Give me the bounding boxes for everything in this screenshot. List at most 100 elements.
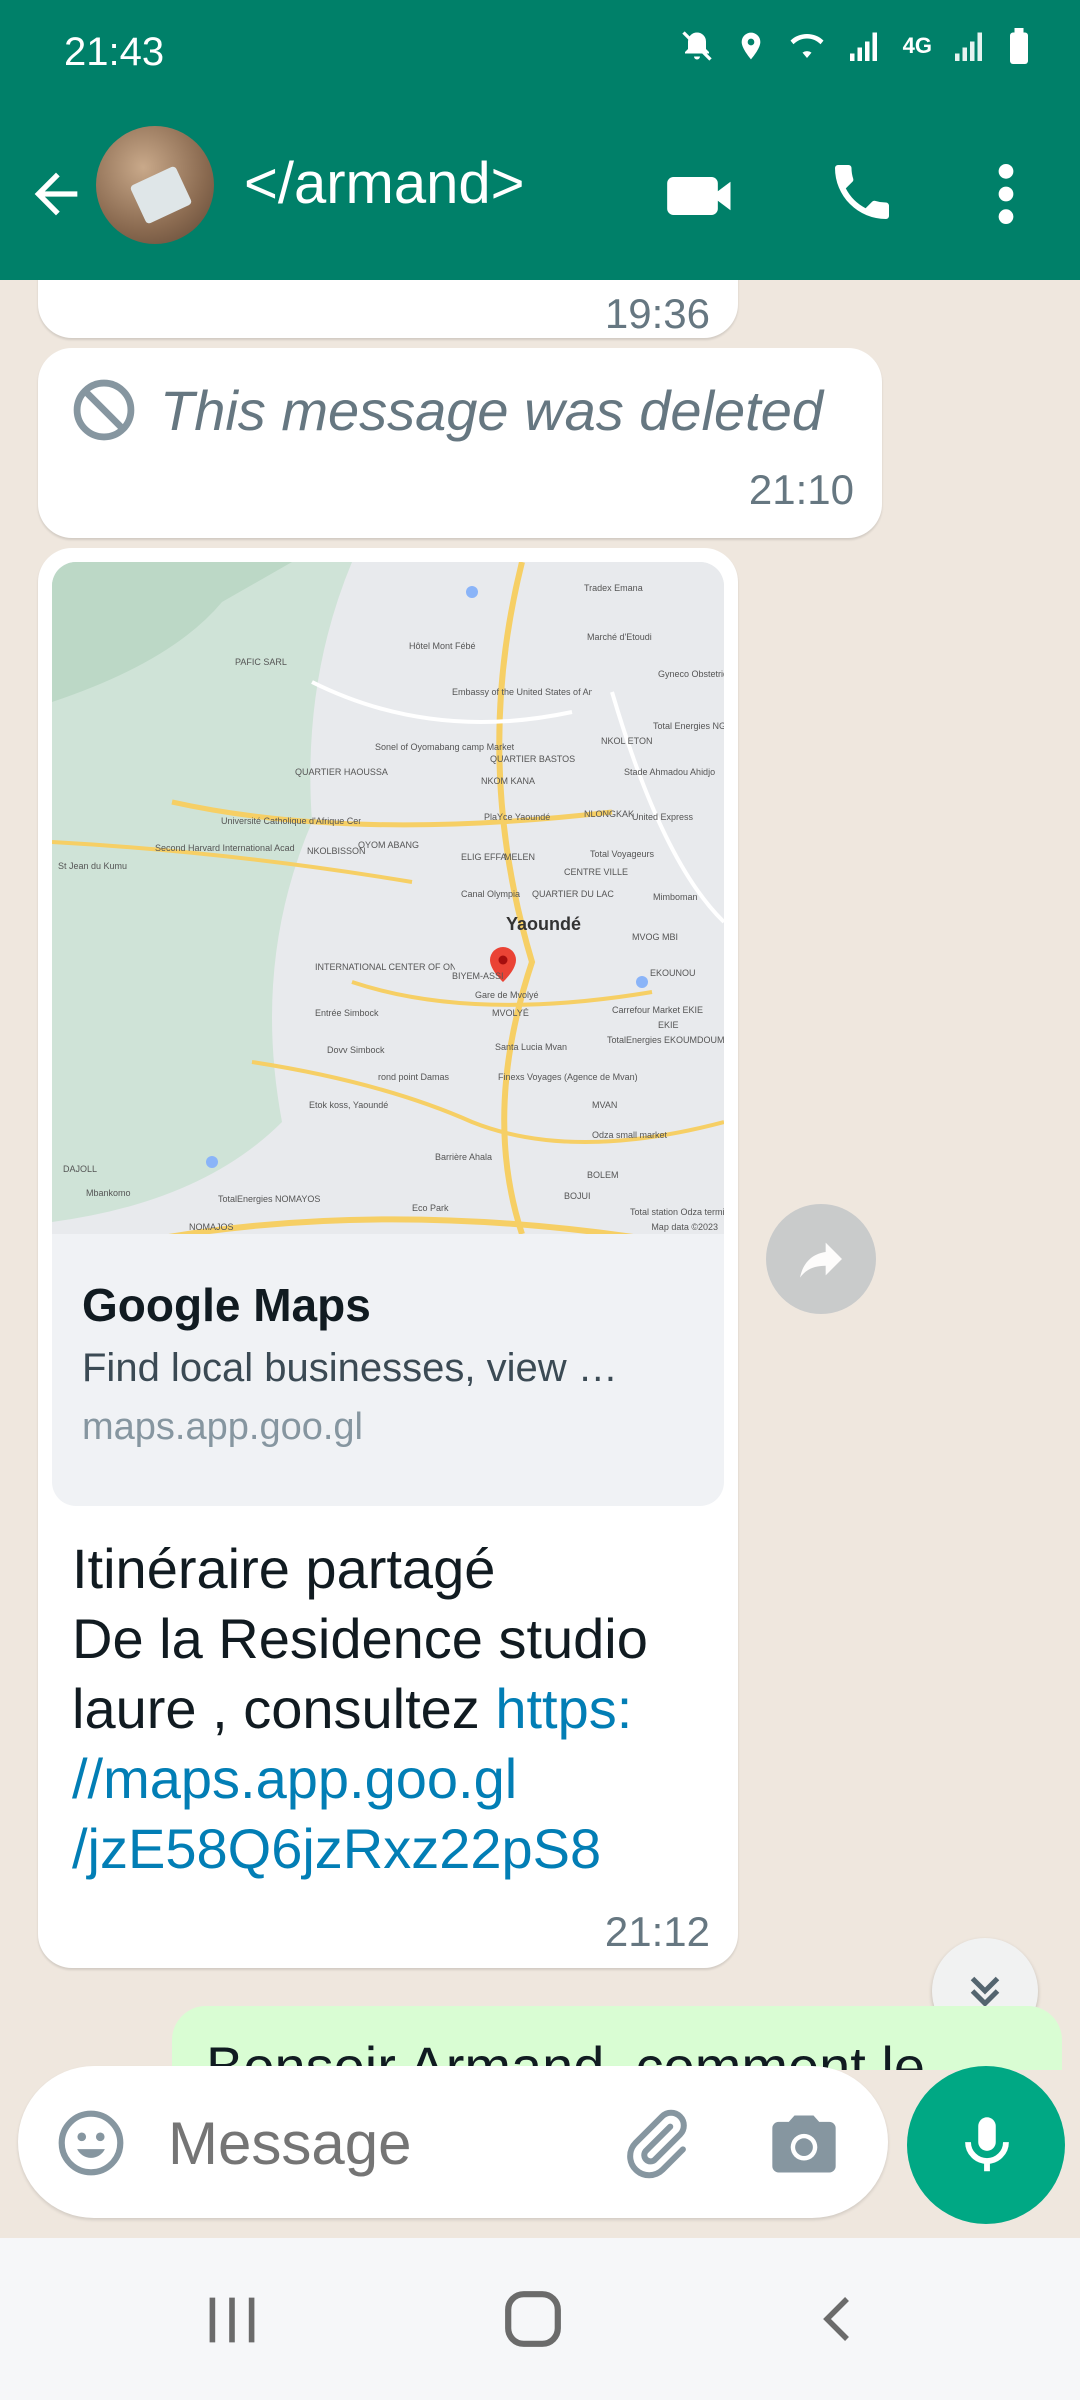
chat-header: </armand>	[0, 110, 1080, 280]
map-place-label: Stade Ahmadou Ahidjo	[624, 767, 716, 777]
emoji-icon[interactable]	[54, 2106, 128, 2180]
message-bubble-previous[interactable]: 19:36	[38, 280, 738, 338]
map-place-label: Eco Park	[412, 1203, 449, 1213]
outgoing-message-text: Bonsoir Armand, comment le	[206, 2035, 925, 2070]
system-nav-bar	[0, 2238, 1080, 2400]
message-link[interactable]: /jzE58Q6jzRxz22pS8	[72, 1814, 712, 1884]
map-place-label: MVOLYÉ	[492, 1008, 529, 1018]
video-call-icon[interactable]	[664, 158, 740, 234]
map-place-label: St Jean du Kumu	[58, 861, 128, 871]
map-place-label: PlaYce Yaoundé	[484, 812, 551, 822]
message-time: 19:36	[604, 290, 710, 337]
map-place-label: QUARTIER DU LAC	[532, 889, 614, 899]
mic-icon	[965, 2117, 1009, 2172]
network-type: 4G	[902, 33, 932, 58]
map-place-label: rond point Damas	[378, 1072, 450, 1082]
chat-area[interactable]: 19:36 This message was deleted 21:10 Yao…	[0, 280, 1080, 2070]
map-place-label: BOLEM	[587, 1170, 619, 1180]
status-time: 21:43	[64, 30, 165, 74]
map-place-label: CENTRE VILLE	[564, 867, 629, 877]
map-place-label: Université Catholique d'Afrique Centrale	[221, 816, 361, 826]
message-text: Itinéraire partagé De la Residence studi…	[72, 1534, 712, 1884]
map-place-label: TotalEnergies NOMAYOS	[218, 1194, 321, 1204]
map-place-label: Odza small market	[592, 1130, 668, 1140]
forward-button[interactable]	[766, 1204, 876, 1314]
map-place-label: Marché d'Etoudi	[587, 632, 652, 642]
map-place-label: United Express	[632, 812, 694, 822]
message-input[interactable]	[166, 2106, 610, 2180]
map-place-label: QUARTIER HAOUSSA	[295, 767, 388, 777]
map-place-label: Tradex Emana	[584, 583, 643, 593]
map-place-label: OYOM ABANG	[358, 840, 420, 850]
map-place-label: QUARTIER BASTOS	[490, 754, 576, 764]
status-icons: 4G	[679, 28, 1030, 64]
more-vert-icon[interactable]	[982, 160, 1030, 228]
camera-icon[interactable]	[766, 2106, 842, 2182]
map-place-label: INTERNATIONAL CENTER OF ONLINE...	[315, 962, 455, 972]
mute-icon	[681, 31, 712, 61]
message-link[interactable]: https:	[495, 1677, 632, 1740]
map-credit: Map data ©2023	[651, 1222, 718, 1232]
map-place-label: NLONGKAK	[584, 809, 635, 819]
map-place-label: Mimboman	[653, 892, 698, 902]
map-place-label: DAJOLL	[63, 1164, 98, 1174]
map-place-label: Santa Lucia Mvan	[495, 1042, 568, 1052]
message-line: Itinéraire partagé	[72, 1537, 496, 1600]
contact-name[interactable]: </armand>	[244, 150, 525, 217]
map-place-label: Total Voyageurs	[590, 849, 655, 859]
map-place-label: NKOL ETON	[601, 736, 653, 746]
map-place-label: Hôtel Mont Fébé	[409, 641, 476, 651]
message-line: De la Residence studio	[72, 1607, 648, 1670]
map-place-label: Barrière Ahala	[435, 1152, 493, 1162]
map-place-label: NOMAJOS	[189, 1222, 234, 1232]
message-line: laure , consultez https:	[72, 1674, 712, 1744]
link-preview-title: Google Maps	[82, 1279, 371, 1331]
link-preview-description: Find local businesses, view …	[82, 1346, 618, 1390]
link-preview-card[interactable]: Google Maps Find local businesses, view …	[52, 1234, 724, 1506]
map-place-label: Canal Olympia	[461, 889, 521, 899]
map-place-label: PAFIC SARL	[235, 657, 287, 667]
message-link[interactable]: //maps.app.goo.gl	[72, 1744, 712, 1814]
avatar[interactable]	[96, 126, 214, 244]
map-place-label: MVOG MBI	[632, 932, 679, 942]
map-place-label: EKOUNOU	[650, 968, 696, 978]
message-time: 21:10	[748, 466, 854, 513]
message-composer[interactable]	[18, 2066, 888, 2218]
map-place-label: BOJUI	[564, 1191, 591, 1201]
recent-apps-icon[interactable]	[204, 2290, 260, 2350]
mic-button[interactable]	[907, 2066, 1065, 2224]
back-nav-icon[interactable]	[812, 2288, 862, 2350]
signal-icon	[849, 32, 877, 61]
map-place-label: Embassy of the United States of America	[452, 687, 592, 697]
link-message-bubble[interactable]: Yaoundé Map data ©2023 Tradex Emana March…	[38, 548, 738, 1968]
map-place-label: BIYEM-ASSI	[452, 971, 504, 981]
phone-icon[interactable]	[826, 156, 898, 228]
map-place-label: Sonel of Oyomabang camp Market	[375, 742, 515, 752]
map-place-label: TotalEnergies EKOUMDOUM	[607, 1035, 724, 1045]
home-icon[interactable]	[502, 2288, 564, 2350]
map-place-label: Total station Odza terminal 10	[630, 1207, 724, 1217]
map-place-label: MELEN	[504, 852, 536, 862]
arrow-left-icon[interactable]	[24, 162, 88, 226]
map-place-label: Dovv Simbock	[327, 1045, 385, 1055]
map-place-label: Finexs Voyages (Agence de Mvan)	[498, 1072, 638, 1082]
link-preview-domain: maps.app.goo.gl	[82, 1406, 363, 1448]
map-place-label: Carrefour Market EKIE	[612, 1005, 704, 1015]
signal-icon-2	[955, 32, 982, 61]
map-place-label: MVAN	[592, 1100, 618, 1110]
forward-icon	[800, 1242, 842, 1278]
map-place-label: Mbankomo	[86, 1188, 131, 1198]
deleted-message-bubble[interactable]: This message was deleted 21:10	[38, 348, 882, 538]
map-place-label: NKOLBISSON	[307, 846, 366, 856]
paperclip-icon[interactable]	[618, 2106, 694, 2182]
location-icon	[741, 32, 760, 60]
map-city-label: Yaoundé	[506, 914, 582, 934]
map-place-label: Entrée Simbock	[315, 1008, 379, 1018]
outgoing-message-bubble[interactable]: Bonsoir Armand, comment le	[172, 2006, 1062, 2070]
map-place-label: Etok koss, Yaoundé	[309, 1100, 389, 1110]
map-place-label: EKIE	[658, 1020, 679, 1030]
battery-icon	[1010, 28, 1028, 64]
map-place-label: Total Energies NGOUSSO	[653, 721, 724, 731]
map-thumbnail[interactable]: Yaoundé Map data ©2023 Tradex Emana March…	[52, 562, 724, 1234]
deleted-message-text: This message was deleted	[160, 379, 824, 442]
